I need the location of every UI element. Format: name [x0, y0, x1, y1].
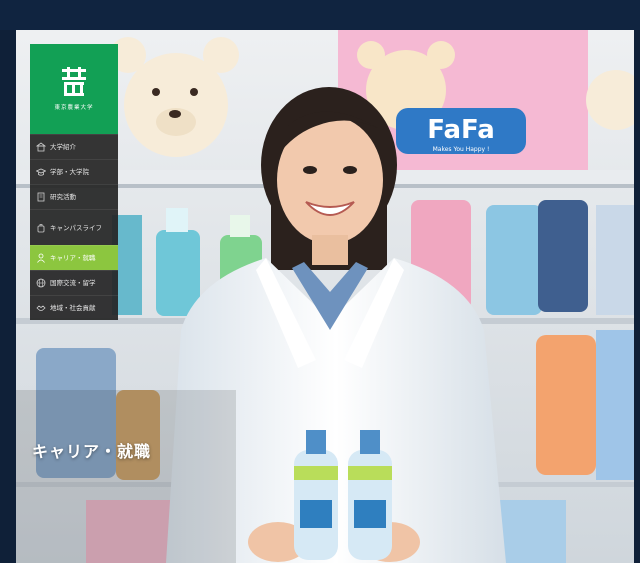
- nav-item-research[interactable]: 研究活動: [30, 184, 118, 209]
- nav-item-label: キャリア・就職: [50, 254, 96, 262]
- book-icon: [37, 192, 45, 202]
- nav-menu: 大学紹介 学部・大学院 研究活動 キャンパスライフ キャリア・就職 国際交流・留…: [30, 134, 118, 320]
- nav-item-label: 研究活動: [50, 193, 76, 201]
- graduation-cap-icon: [36, 168, 46, 176]
- nav-item-international[interactable]: 国際交流・留学: [30, 270, 118, 295]
- page-title: キャリア・就職: [32, 442, 152, 461]
- nav-item-about[interactable]: 大学紹介: [30, 134, 118, 159]
- person-icon: [37, 253, 45, 263]
- university-name: 東京農業大学: [54, 105, 94, 111]
- nav-item-label: 大学紹介: [50, 143, 76, 151]
- nav-item-label: 地域・社会貢献: [50, 304, 96, 312]
- nav-item-community[interactable]: 地域・社会貢献: [30, 295, 118, 320]
- building-icon: [36, 142, 46, 152]
- sidebar-nav: 東京農業大学 大学紹介 学部・大学院 研究活動 キャンパスライフ キャリア・就職…: [30, 44, 118, 320]
- nav-item-career[interactable]: キャリア・就職: [30, 245, 118, 270]
- nav-item-campus-life[interactable]: キャンパスライフ: [30, 209, 118, 245]
- fafa-logo-text: FaFa: [427, 115, 495, 145]
- top-bar: [0, 0, 640, 30]
- fafa-subtext: Makes You Happy !: [433, 146, 490, 153]
- university-logo[interactable]: 東京農業大学: [30, 44, 118, 134]
- university-crest-icon: [62, 67, 86, 96]
- globe-icon: [36, 278, 46, 288]
- nav-item-label: キャンパスライフ: [50, 223, 102, 232]
- handshake-icon: [36, 305, 46, 311]
- nav-item-label: 学部・大学院: [50, 168, 89, 176]
- nav-item-label: 国際交流・留学: [50, 279, 96, 287]
- backpack-icon: [37, 223, 45, 232]
- nav-item-faculties[interactable]: 学部・大学院: [30, 159, 118, 184]
